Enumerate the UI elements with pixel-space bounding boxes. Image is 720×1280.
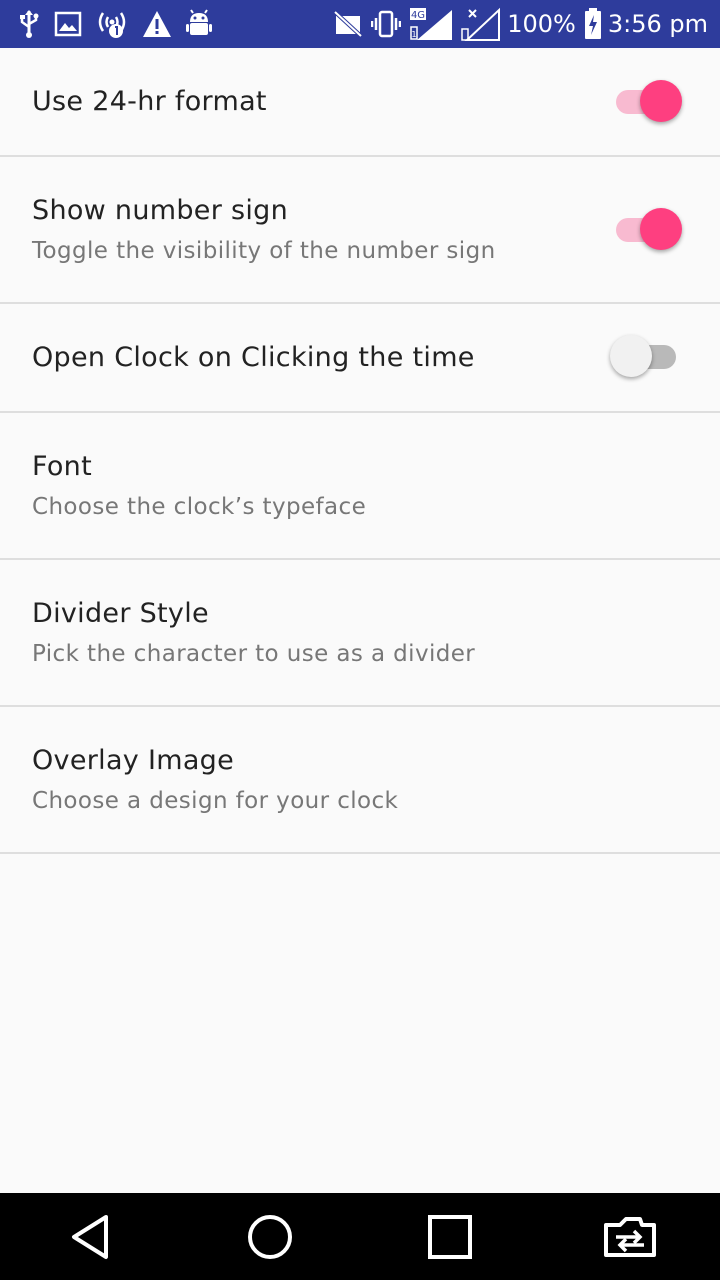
setting-title: Font — [32, 451, 92, 482]
setting-title: Use 24-hr format — [32, 86, 267, 117]
open-clock-toggle[interactable] — [610, 334, 682, 378]
setting-font[interactable]: Font Choose the clock’s typeface — [0, 413, 720, 560]
hotspot-icon — [96, 9, 128, 39]
setting-subtitle: Pick the character to use as a divider — [32, 641, 476, 667]
battery-percent: 100% — [507, 10, 576, 38]
toggle-thumb — [640, 80, 682, 122]
setting-divider-style[interactable]: Divider Style Pick the character to use … — [0, 560, 720, 707]
back-button[interactable] — [50, 1197, 130, 1277]
home-button[interactable] — [230, 1197, 310, 1277]
image-icon — [54, 11, 82, 37]
toggle-thumb — [610, 335, 652, 377]
back-icon — [68, 1213, 112, 1261]
svg-text:1: 1 — [412, 30, 417, 39]
signal-no-service-icon — [461, 7, 501, 41]
signal-4g-icon: 4G 1 — [409, 7, 453, 41]
setting-title: Open Clock on Clicking the time — [32, 342, 475, 373]
setting-subtitle: Choose a design for your clock — [32, 788, 399, 814]
recents-icon — [426, 1213, 474, 1261]
usb-icon — [18, 9, 40, 39]
android-icon — [186, 9, 212, 39]
use-24hr-toggle[interactable] — [612, 79, 682, 123]
status-bar-system: 4G 1 100% 3:56 pm — [325, 7, 708, 41]
home-icon — [246, 1213, 294, 1261]
settings-list: Use 24-hr format Show number sign Toggle… — [0, 48, 720, 854]
show-number-sign-toggle[interactable] — [612, 207, 682, 251]
setting-subtitle: Toggle the visibility of the number sign — [32, 238, 496, 264]
setting-title: Show number sign — [32, 195, 289, 226]
switch-app-button[interactable] — [590, 1197, 670, 1277]
setting-overlay-image[interactable]: Overlay Image Choose a design for your c… — [0, 707, 720, 854]
setting-show-number-sign[interactable]: Show number sign Toggle the visibility o… — [0, 157, 720, 304]
warning-icon — [142, 10, 172, 38]
recents-button[interactable] — [410, 1197, 490, 1277]
setting-use-24hr[interactable]: Use 24-hr format — [0, 48, 720, 157]
toggle-thumb — [640, 208, 682, 250]
status-bar-notifications — [18, 9, 226, 39]
setting-subtitle: Choose the clock’s typeface — [32, 494, 367, 520]
battery-charging-icon — [584, 8, 602, 40]
setting-title: Divider Style — [32, 598, 209, 629]
switch-app-icon — [602, 1216, 658, 1257]
setting-title: Overlay Image — [32, 745, 235, 776]
network-type-label: 4G — [411, 10, 425, 21]
vibrate-icon — [371, 9, 402, 39]
status-bar: 4G 1 100% 3:56 pm — [0, 0, 720, 48]
no-sim-icon — [333, 10, 363, 38]
navigation-bar — [0, 1193, 720, 1280]
setting-open-clock[interactable]: Open Clock on Clicking the time — [0, 304, 720, 413]
clock-time: 3:56 pm — [607, 10, 708, 38]
